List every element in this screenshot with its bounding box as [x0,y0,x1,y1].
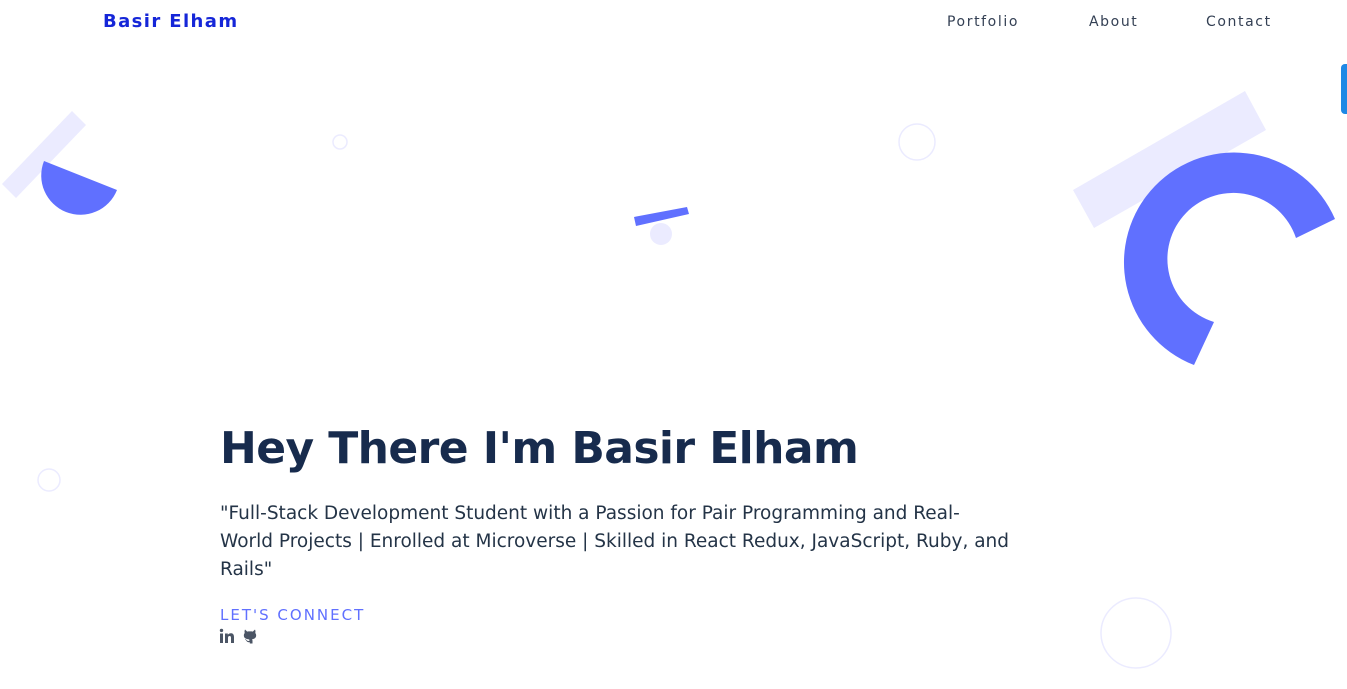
hero-title: Hey There I'm Basir Elham [220,423,859,474]
deco-circle-bottom-right [1100,597,1172,669]
deco-half-disc-left [41,161,117,215]
deco-circle-left [37,468,61,492]
github-icon [243,629,257,644]
nav-portfolio[interactable]: Portfolio [947,12,1019,32]
page: Basir Elham Portfolio About Contact Hey … [0,0,1347,689]
connect-label: LET'S CONNECT [220,606,366,624]
linkedin-link[interactable] [219,628,237,646]
deco-circle-top-mid [898,123,936,161]
edge-tab[interactable] [1341,64,1347,114]
github-link[interactable] [242,628,260,646]
hero-description: "Full-Stack Development Student with a P… [220,503,1010,580]
deco-dot-mid [650,223,672,245]
nav-contact[interactable]: Contact [1206,12,1272,32]
decorative-shapes [2,91,1335,669]
deco-circle-small-top [332,134,348,150]
nav-about[interactable]: About [1089,12,1138,32]
linkedin-icon [219,628,234,643]
main-nav: Portfolio About Contact [0,12,1347,32]
